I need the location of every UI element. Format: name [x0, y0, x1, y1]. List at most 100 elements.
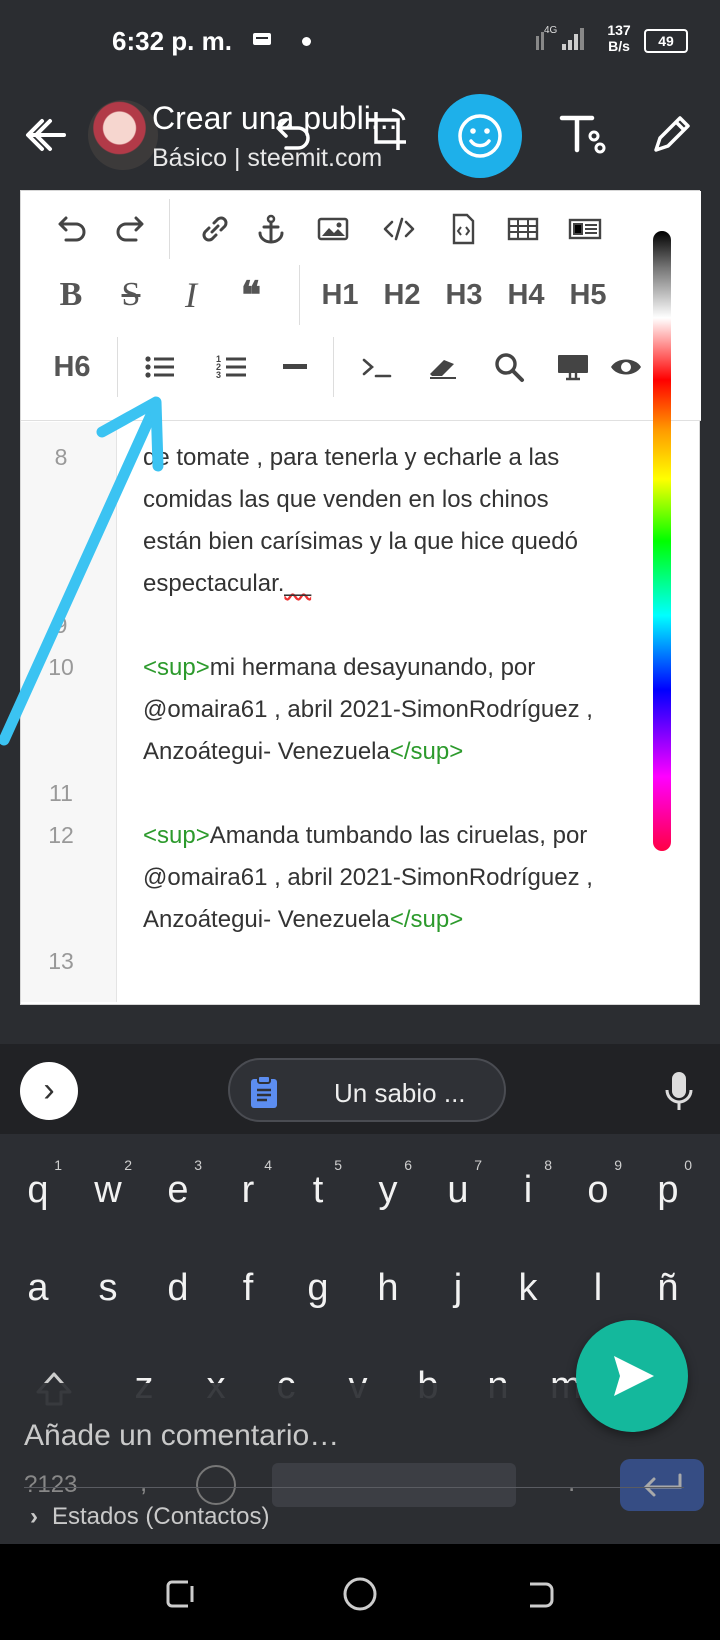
undo-edit-icon[interactable]: [268, 112, 314, 158]
clipboard-suggestion[interactable]: Un sabio ...: [228, 1058, 506, 1122]
network-speed: 137 B/s: [602, 22, 636, 54]
image-button[interactable]: [309, 205, 357, 253]
key-t[interactable]: t5: [288, 1150, 348, 1230]
code-icon: [383, 217, 415, 241]
code-line: <sup>Amanda tumbando las ciruelas, por: [143, 814, 663, 858]
search-button[interactable]: [485, 343, 533, 391]
redo-icon: [116, 216, 144, 242]
table-button[interactable]: [499, 205, 547, 253]
redo-button[interactable]: [107, 205, 155, 253]
key-h[interactable]: h: [358, 1248, 418, 1328]
signal-icon: 4G: [536, 25, 584, 50]
html-block-icon: [568, 218, 602, 240]
anchor-button[interactable]: [247, 205, 295, 253]
key-r[interactable]: r4: [218, 1150, 278, 1230]
home-icon[interactable]: [340, 1574, 380, 1614]
network-speed-unit: B/s: [608, 38, 630, 54]
spelling-marker: __: [284, 570, 312, 597]
heading-1-button[interactable]: H1: [309, 271, 371, 319]
key-d[interactable]: d: [148, 1248, 208, 1328]
terminal-button[interactable]: [353, 343, 401, 391]
back-arrow-icon[interactable]: [20, 110, 70, 160]
space-key[interactable]: [272, 1463, 516, 1507]
bulleted-list-button[interactable]: [135, 343, 183, 391]
recent-apps-icon[interactable]: [160, 1574, 200, 1614]
code-text: Amanda tumbando las ciruelas, por: [209, 822, 588, 849]
undo-button[interactable]: [47, 205, 95, 253]
enter-key[interactable]: [620, 1459, 704, 1511]
terminal-icon: [362, 358, 392, 378]
eraser-button[interactable]: [419, 343, 467, 391]
code-line: de tomate , para tenerla y echarle a las: [143, 444, 560, 471]
link-button[interactable]: [191, 205, 239, 253]
code-block-button[interactable]: [439, 205, 487, 253]
key-s[interactable]: s: [78, 1248, 138, 1328]
heading-2-button[interactable]: H2: [371, 271, 433, 319]
undo-icon: [58, 216, 86, 242]
crop-rotate-icon[interactable]: [362, 106, 412, 156]
key-label: r: [241, 1169, 255, 1211]
key-enye[interactable]: ñ: [638, 1248, 698, 1328]
avatar[interactable]: [88, 100, 158, 170]
key-l[interactable]: l: [568, 1248, 628, 1328]
numbered-list-icon: 123: [216, 354, 246, 380]
line-gutter: 8 9 10 11 12 13: [21, 422, 117, 1002]
code-line: Anzoátegui- Venezuela</sup>: [143, 730, 663, 774]
numbered-list-button[interactable]: 123: [207, 343, 255, 391]
key-p[interactable]: p0: [638, 1150, 698, 1230]
key-k[interactable]: k: [498, 1248, 558, 1328]
emoji-sticker-button[interactable]: [438, 94, 522, 178]
key-i[interactable]: i8: [498, 1150, 558, 1230]
bold-button[interactable]: B: [47, 271, 95, 319]
sup-open-tag: <sup>: [143, 822, 210, 849]
code-text: Anzoátegui- Venezuela: [143, 738, 390, 765]
key-u[interactable]: u7: [428, 1150, 488, 1230]
key-j[interactable]: j: [428, 1248, 488, 1328]
back-nav-icon[interactable]: [520, 1574, 560, 1614]
eye-icon: [611, 359, 641, 375]
symbols-key[interactable]: ?123: [24, 1471, 77, 1499]
preview-button[interactable]: [609, 343, 645, 391]
code-button[interactable]: [375, 205, 423, 253]
notification-dot-icon: [302, 37, 311, 46]
network-type: 4G: [544, 25, 558, 36]
code-line: están bien carísimas y la que hice quedó: [143, 528, 578, 555]
status-audience-selector[interactable]: › Estados (Contactos): [30, 1503, 269, 1531]
key-a[interactable]: a: [8, 1248, 68, 1328]
key-label: p: [657, 1169, 679, 1211]
italic-button[interactable]: I: [167, 271, 215, 319]
horizontal-rule-icon: [283, 364, 307, 369]
line-number: 13: [48, 948, 74, 974]
heading-6-button[interactable]: H6: [41, 343, 103, 391]
text-tool-icon[interactable]: [556, 108, 608, 160]
smiley-icon: [458, 114, 502, 158]
chevron-right-icon[interactable]: ›: [20, 1062, 78, 1120]
code-file-icon: [452, 213, 475, 245]
heading-5-button[interactable]: H5: [557, 271, 619, 319]
comment-input[interactable]: Añade un comentario…: [24, 1419, 339, 1453]
heading-4-button[interactable]: H4: [495, 271, 557, 319]
preview-desktop-button[interactable]: [549, 343, 597, 391]
html-block-button[interactable]: [561, 205, 609, 253]
key-w[interactable]: w2: [78, 1150, 138, 1230]
line-number: 10: [48, 654, 74, 680]
period-key[interactable]: .: [568, 1467, 575, 1498]
comma-key[interactable]: ,: [140, 1467, 147, 1498]
strikethrough-button[interactable]: S: [107, 271, 155, 319]
key-q[interactable]: q1: [8, 1150, 68, 1230]
horizontal-rule-button[interactable]: [271, 343, 319, 391]
heading-3-button[interactable]: H3: [433, 271, 495, 319]
quote-button[interactable]: ❝: [227, 271, 275, 319]
code-area[interactable]: 8 9 10 11 12 13 de tomate , para tenerla…: [21, 422, 701, 1006]
key-f[interactable]: f: [218, 1248, 278, 1328]
draw-pencil-icon[interactable]: [646, 110, 696, 160]
send-button[interactable]: [576, 1320, 688, 1432]
key-e[interactable]: e3: [148, 1150, 208, 1230]
message-notification-icon: [253, 33, 271, 45]
key-g[interactable]: g: [288, 1248, 348, 1328]
status-bar: 6:32 p. m. 4G 137 B/s 49: [0, 0, 720, 80]
key-o[interactable]: o9: [568, 1150, 628, 1230]
emoji-key-icon[interactable]: [196, 1465, 236, 1505]
microphone-icon[interactable]: [664, 1070, 694, 1114]
key-y[interactable]: y6: [358, 1150, 418, 1230]
